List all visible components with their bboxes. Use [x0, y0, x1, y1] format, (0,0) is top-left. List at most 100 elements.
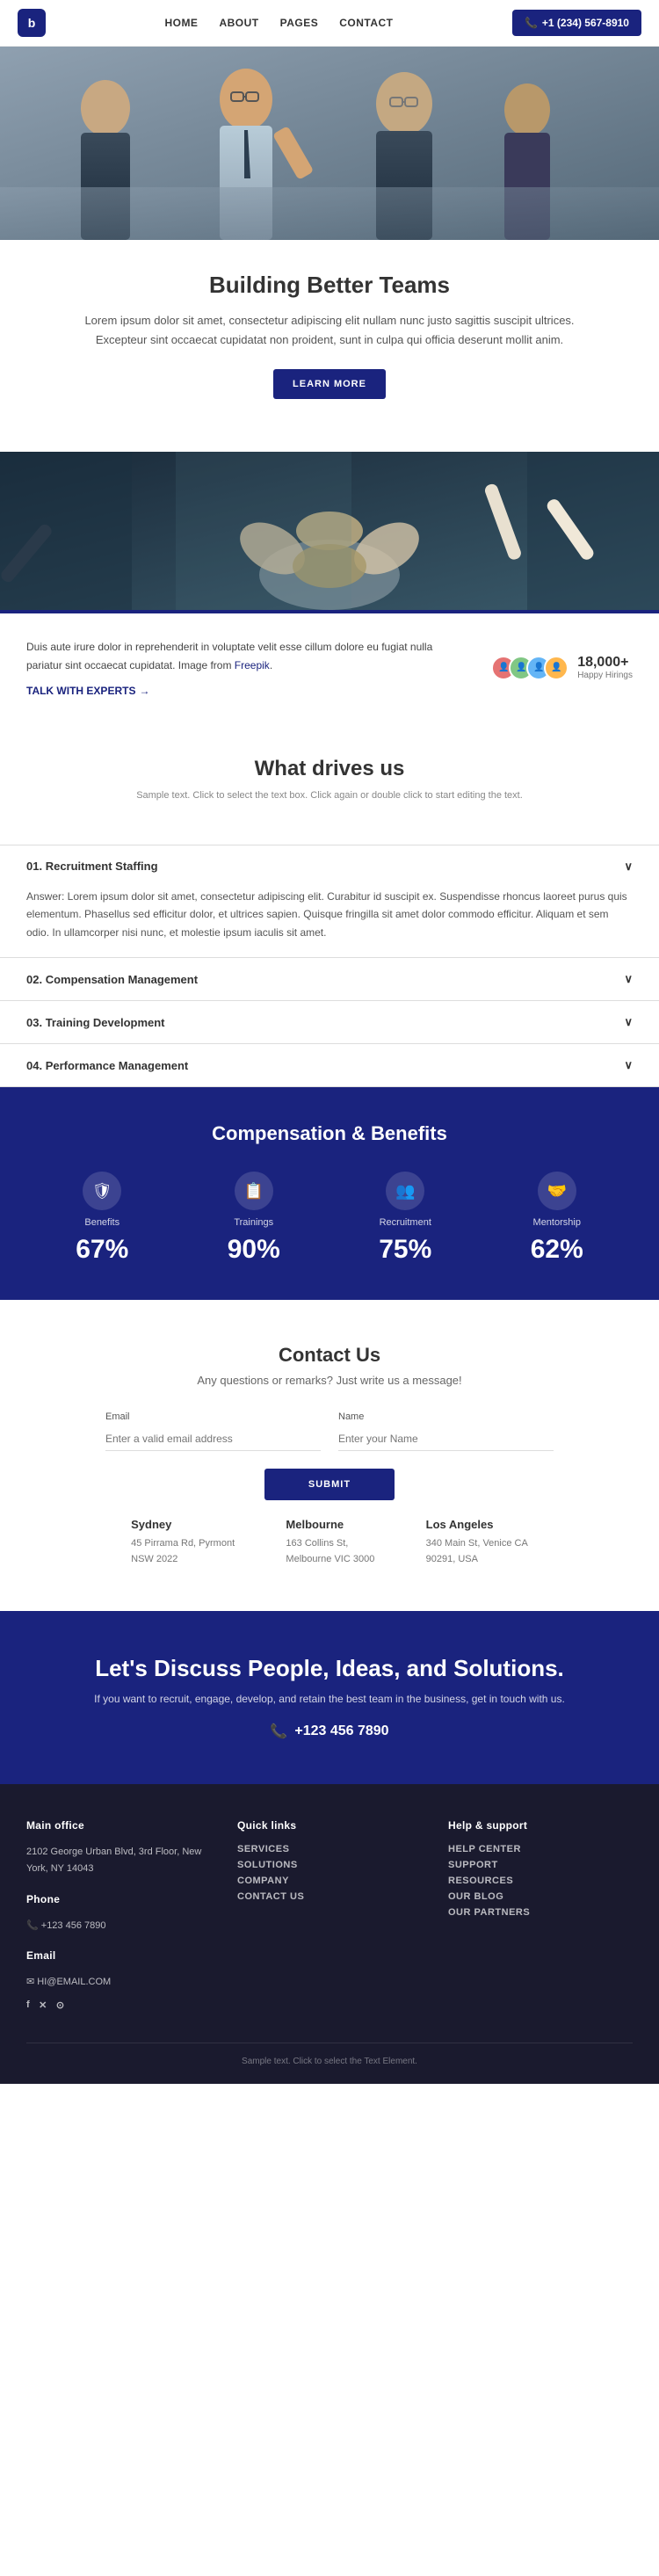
accordion-header-2[interactable]: 02. Compensation Management ∨ — [0, 958, 659, 1000]
accordion-header-1[interactable]: 01. Recruitment Staffing ∨ — [0, 845, 659, 888]
nav-contact[interactable]: CONTACT — [339, 17, 393, 29]
accordion-label-1: 01. Recruitment Staffing — [26, 860, 158, 873]
team-image — [0, 452, 659, 610]
accordion-icon-1: ∨ — [624, 860, 633, 874]
comp-stat-mentorship: 🤝 Mentorship 62% — [531, 1172, 583, 1265]
submit-button[interactable]: SUBMIT — [264, 1469, 395, 1500]
office-melbourne: Melbourne 163 Collins St,Melbourne VIC 3… — [286, 1518, 374, 1567]
twitter-link[interactable]: ✕ — [39, 1999, 47, 2011]
footer-link-services[interactable]: SERVICES — [237, 1844, 422, 1854]
contact-section: Contact Us Any questions or remarks? Jus… — [0, 1300, 659, 1611]
main-office-address: 2102 George Urban Blvd, 3rd Floor, New Y… — [26, 1844, 211, 1876]
instagram-link[interactable]: ⊙ — [56, 1999, 65, 2011]
logo[interactable]: b — [18, 9, 46, 37]
offices-grid: Sydney 45 Pirrama Rd, PyrmontNSW 2022 Me… — [105, 1518, 554, 1567]
footer: Main office 2102 George Urban Blvd, 3rd … — [0, 1784, 659, 2084]
mentorship-icon: 🤝 — [538, 1172, 576, 1210]
accordion: 01. Recruitment Staffing ∨ Answer: Lorem… — [0, 845, 659, 1087]
about-description: Duis aute irure dolor in reprehenderit i… — [26, 638, 465, 674]
footer-link-company[interactable]: COMPANY — [237, 1876, 422, 1886]
talk-with-experts-link[interactable]: TALK WITH EXPERTS → — [26, 685, 465, 697]
comp-stat-trainings: 📋 Trainings 90% — [228, 1172, 280, 1265]
name-input[interactable] — [338, 1427, 554, 1451]
facebook-link[interactable]: f — [26, 1999, 30, 2011]
phone-icon-footer: 📞 — [26, 1920, 41, 1931]
nav-links: HOME ABOUT PAGES CONTACT — [164, 17, 393, 29]
freepik-link[interactable]: Freepik — [235, 659, 270, 671]
name-form-group: Name — [338, 1411, 554, 1451]
hero-title: Building Better Teams — [70, 272, 589, 299]
footer-link-support[interactable]: SUPPORT — [448, 1860, 633, 1870]
email-icon-footer: ✉ — [26, 1977, 37, 1987]
email-input[interactable] — [105, 1427, 321, 1451]
navbar: b HOME ABOUT PAGES CONTACT 📞 +1 (234) 56… — [0, 0, 659, 47]
accordion-label-2: 02. Compensation Management — [26, 973, 198, 986]
comp-title: Compensation & Benefits — [26, 1122, 633, 1145]
accordion-header-4[interactable]: 04. Performance Management ∨ — [0, 1044, 659, 1086]
cta-title: Let's Discuss People, Ideas, and Solutio… — [35, 1655, 624, 1682]
stats-label: 18,000+ Happy Hirings — [577, 655, 633, 680]
help-label: Help & support — [448, 1819, 633, 1832]
accordion-icon-4: ∨ — [624, 1058, 633, 1072]
recruitment-icon: 👥 — [386, 1172, 424, 1210]
footer-phone: 📞 +123 456 7890 — [26, 1918, 211, 1934]
social-links: f ✕ ⊙ — [26, 1999, 211, 2016]
drives-title: What drives us — [26, 757, 633, 781]
comp-stats-grid: 🛡 Benefits 67% 📋 Trainings 90% 👥 Recruit… — [26, 1172, 633, 1265]
spacer-1 — [0, 425, 659, 452]
learn-more-button[interactable]: LEARN MORE — [273, 369, 386, 399]
contact-form-row: Email Name — [105, 1411, 554, 1451]
about-text: Duis aute irure dolor in reprehenderit i… — [26, 638, 465, 697]
accordion-icon-3: ∨ — [624, 1015, 633, 1029]
cta-banner: Let's Discuss People, Ideas, and Solutio… — [0, 1611, 659, 1784]
avatar-4: 👤 — [544, 656, 568, 680]
footer-col-quick-links: Quick links SERVICES SOLUTIONS COMPANY C… — [237, 1819, 422, 2016]
contact-title: Contact Us — [105, 1344, 554, 1367]
footer-email: ✉ HI@EMAIL.COM — [26, 1974, 211, 1991]
phone-icon: 📞 — [525, 17, 538, 29]
footer-link-contact-us[interactable]: CONTACT US — [237, 1891, 422, 1902]
nav-cta-button[interactable]: 📞 +1 (234) 567-8910 — [512, 10, 641, 36]
hero-text-section: Building Better Teams Lorem ipsum dolor … — [0, 240, 659, 425]
email-form-group: Email — [105, 1411, 321, 1451]
drives-subtitle: Sample text. Click to select the text bo… — [26, 790, 633, 801]
email-label: Email — [105, 1411, 321, 1422]
accordion-header-3[interactable]: 03. Training Development ∨ — [0, 1001, 659, 1043]
accordion-body-1: Answer: Lorem ipsum dolor sit amet, cons… — [0, 888, 659, 957]
nav-home[interactable]: HOME — [164, 17, 198, 29]
footer-link-help-center[interactable]: HELP CENTER — [448, 1844, 633, 1854]
name-label: Name — [338, 1411, 554, 1422]
footer-link-partners[interactable]: OUR PARTNERS — [448, 1907, 633, 1918]
office-sydney: Sydney 45 Pirrama Rd, PyrmontNSW 2022 — [131, 1518, 235, 1567]
trainings-icon: 📋 — [235, 1172, 273, 1210]
email-label-footer: Email — [26, 1949, 211, 1962]
compensation-section: Compensation & Benefits 🛡 Benefits 67% 📋… — [0, 1087, 659, 1300]
phone-label: Phone — [26, 1893, 211, 1905]
accordion-item-1: 01. Recruitment Staffing ∨ Answer: Lorem… — [0, 845, 659, 958]
accordion-item-4: 04. Performance Management ∨ — [0, 1044, 659, 1087]
footer-bottom: Sample text. Click to select the Text El… — [26, 2043, 633, 2066]
contact-subtitle: Any questions or remarks? Just write us … — [105, 1374, 554, 1387]
accordion-label-4: 04. Performance Management — [26, 1059, 188, 1072]
footer-col-help: Help & support HELP CENTER SUPPORT RESOU… — [448, 1819, 633, 2016]
footer-col-main: Main office 2102 George Urban Blvd, 3rd … — [26, 1819, 211, 2016]
about-section: Duis aute irure dolor in reprehenderit i… — [0, 610, 659, 722]
accordion-item-2: 02. Compensation Management ∨ — [0, 958, 659, 1001]
footer-link-blog[interactable]: OUR BLOG — [448, 1891, 633, 1902]
footer-link-resources[interactable]: RESOURCES — [448, 1876, 633, 1886]
footer-grid: Main office 2102 George Urban Blvd, 3rd … — [26, 1819, 633, 2016]
nav-pages[interactable]: PAGES — [280, 17, 319, 29]
avatar-stack: 👤 👤 👤 👤 — [491, 656, 568, 680]
nav-about[interactable]: ABOUT — [219, 17, 258, 29]
cta-subtitle: If you want to recruit, engage, develop,… — [35, 1693, 624, 1705]
comp-stat-benefits: 🛡 Benefits 67% — [76, 1172, 128, 1265]
drives-section: What drives us Sample text. Click to sel… — [0, 722, 659, 845]
main-office-label: Main office — [26, 1819, 211, 1832]
about-stats: 👤 👤 👤 👤 18,000+ Happy Hirings — [491, 655, 633, 680]
office-los-angeles: Los Angeles 340 Main St, Venice CA90291,… — [426, 1518, 528, 1567]
benefits-icon: 🛡 — [83, 1172, 121, 1210]
footer-link-solutions[interactable]: SOLUTIONS — [237, 1860, 422, 1870]
accordion-item-3: 03. Training Development ∨ — [0, 1001, 659, 1044]
phone-icon-cta: 📞 — [270, 1723, 287, 1740]
hero-description: Lorem ipsum dolor sit amet, consectetur … — [70, 311, 589, 350]
